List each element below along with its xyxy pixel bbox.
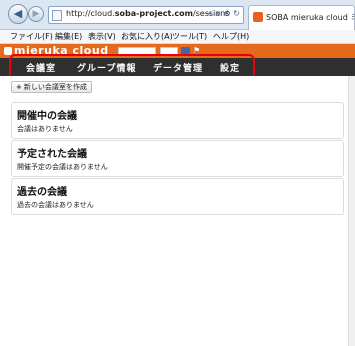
back-arrow-icon[interactable]: ◀	[8, 4, 28, 24]
section-note: 過去の会議はありません	[17, 201, 94, 209]
create-room-button[interactable]: + 新しい会議室を作成	[11, 81, 92, 93]
section-title: 開催中の会議	[17, 111, 77, 122]
menu-edit[interactable]: 編集(E)	[55, 31, 82, 42]
section-title: 過去の会議	[17, 187, 67, 198]
menu-view[interactable]: 表示(V)	[88, 31, 116, 42]
menu-file[interactable]: ファイル(F)	[10, 31, 53, 42]
page-icon	[52, 10, 62, 21]
soba-favicon-icon	[253, 12, 263, 22]
vertical-scrollbar[interactable]	[348, 76, 355, 346]
section-past-meetings: 過去の会議 過去の会議はありません	[11, 178, 344, 215]
logo-icon	[4, 47, 12, 55]
tab-title: SOBA mieruka cloud ミ	[266, 13, 354, 22]
browser-tab[interactable]: SOBA mieruka cloud ミ	[248, 5, 355, 30]
section-note: 会議はありません	[17, 125, 73, 133]
plus-icon: +	[16, 83, 22, 91]
section-active-meetings: 開催中の会議 会議はありません	[11, 102, 344, 139]
menu-help[interactable]: ヘルプ(H)	[213, 31, 249, 42]
menu-bar: ファイル(F) 編集(E) 表示(V) お気に入り(A) ツール(T) ヘルプ(…	[0, 30, 355, 44]
menu-tools[interactable]: ツール(T)	[172, 31, 207, 42]
section-scheduled-meetings: 予定された会議 開催予定の会議はありません	[11, 140, 344, 177]
address-bar[interactable]: http://cloud.soba-project.com/sessions →…	[48, 6, 244, 24]
section-title: 予定された会議	[17, 149, 87, 160]
main-content: + 新しい会議室を作成 開催中の会議 会議はありません 予定された会議 開催予定の…	[0, 76, 348, 346]
menu-favorites[interactable]: お気に入り(A)	[121, 31, 173, 42]
address-controls[interactable]: → × ⚙ ↻	[205, 9, 240, 18]
forward-arrow-icon[interactable]: ▶	[28, 6, 44, 22]
section-note: 開催予定の会議はありません	[17, 163, 108, 171]
browser-toolbar: ◀ ▶ http://cloud.soba-project.com/sessio…	[0, 0, 355, 30]
